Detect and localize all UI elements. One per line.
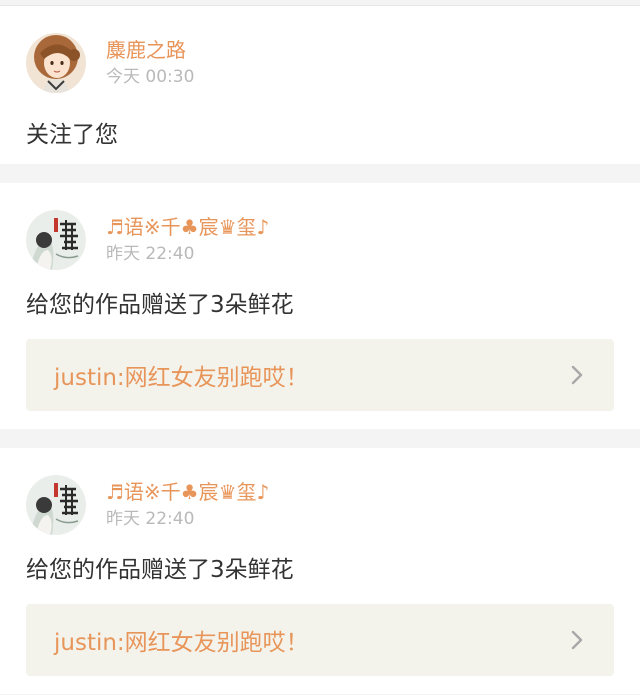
notification-header: ♬语※千♣宸♛玺♪ 昨天 22:40: [26, 209, 269, 271]
timestamp: 今天 00:30: [106, 67, 195, 87]
notification-header: ♬语※千♣宸♛玺♪ 昨天 22:40: [26, 474, 269, 536]
notification-card[interactable]: ♬语※千♣宸♛玺♪ 昨天 22:40 给您的作品赠送了3朵鲜花 justin:网…: [0, 448, 640, 694]
user-avatar[interactable]: [26, 210, 86, 270]
user-meta: 麋鹿之路 今天 00:30: [106, 37, 194, 89]
user-meta: ♬语※千♣宸♛玺♪ 昨天 22:40: [106, 214, 269, 266]
user-avatar[interactable]: [26, 475, 86, 535]
timestamp: 昨天 22:40: [106, 509, 195, 529]
chevron-right-icon: [571, 630, 583, 650]
work-title: justin:网红女友别跑哎！: [54, 365, 309, 391]
notification-card[interactable]: ♬语※千♣宸♛玺♪ 昨天 22:40 给您的作品赠送了3朵鲜花 justin:网…: [0, 183, 640, 429]
work-link-box[interactable]: justin:网红女友别跑哎！: [26, 604, 614, 676]
anime-girl-avatar-icon: [26, 33, 86, 93]
notification-message: 关注了您: [26, 122, 118, 148]
work-title: justin:网红女友别跑哎！: [54, 630, 309, 656]
notification-header: 麋鹿之路 今天 00:30: [26, 32, 194, 94]
work-link-box[interactable]: justin:网红女友别跑哎！: [26, 339, 614, 411]
username-link[interactable]: ♬语※千♣宸♛玺♪: [106, 214, 269, 240]
timestamp: 昨天 22:40: [106, 244, 195, 264]
username-link[interactable]: 麋鹿之路: [106, 37, 194, 63]
notification-message: 给您的作品赠送了3朵鲜花: [26, 557, 294, 583]
book-cover-avatar-icon: [26, 210, 86, 270]
notification-message: 给您的作品赠送了3朵鲜花: [26, 292, 294, 318]
user-avatar[interactable]: [26, 33, 86, 93]
chevron-right-icon: [571, 365, 583, 385]
user-meta: ♬语※千♣宸♛玺♪ 昨天 22:40: [106, 479, 269, 531]
notification-feed: 麋鹿之路 今天 00:30 关注了您 ♬语※千♣宸♛玺♪ 昨天 22:40 给您…: [0, 0, 640, 695]
notification-card[interactable]: 麋鹿之路 今天 00:30 关注了您: [0, 6, 640, 164]
book-cover-avatar-icon: [26, 475, 86, 535]
username-link[interactable]: ♬语※千♣宸♛玺♪: [106, 479, 269, 505]
